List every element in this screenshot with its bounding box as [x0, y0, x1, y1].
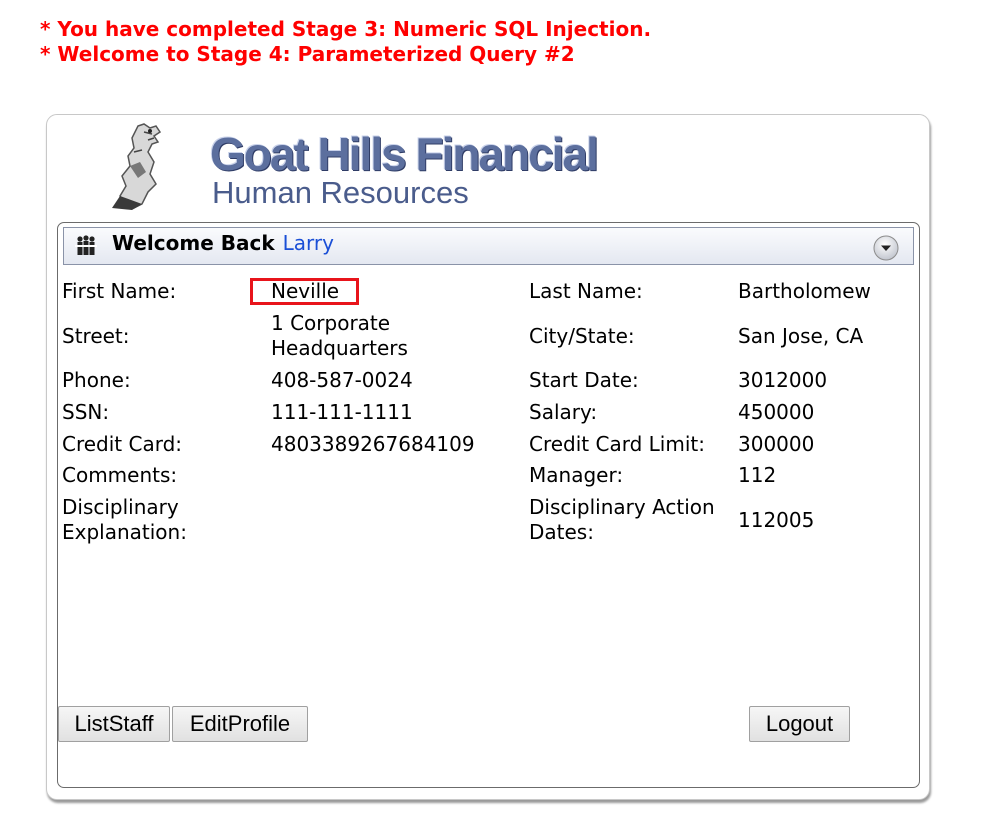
disciplinary-dates-value: 112005	[738, 508, 815, 532]
collapse-chevron-icon[interactable]	[873, 235, 899, 261]
first-name-highlight	[250, 278, 359, 305]
manager-label: Manager:	[529, 463, 624, 487]
credit-card-label: Credit Card:	[62, 432, 183, 456]
brand-subtitle: Human Resources	[212, 175, 469, 210]
credit-card-value: 4803389267684109	[271, 432, 475, 456]
ssn-label: SSN:	[62, 400, 110, 424]
edit-profile-button[interactable]: EditProfile	[172, 706, 308, 742]
ssn-value: 111-111-1111	[271, 400, 413, 424]
start-date-label: Start Date:	[529, 368, 639, 392]
people-icon	[75, 235, 97, 255]
user-name: Larry	[282, 231, 334, 255]
stage-messages: * You have completed Stage 3: Numeric SQ…	[40, 17, 651, 67]
welcome-text: Welcome Back Larry	[112, 230, 334, 256]
goat-logo-icon	[112, 123, 162, 210]
stage-welcome-message: * Welcome to Stage 4: Parameterized Quer…	[40, 42, 575, 66]
salary-value: 450000	[738, 400, 815, 424]
street-value: 1 Corporate Headquarters	[271, 311, 408, 360]
first-name-label: First Name:	[62, 279, 177, 303]
brand-title: Goat Hills Financial	[210, 128, 599, 180]
last-name-value: Bartholomew	[738, 279, 871, 303]
disciplinary-explanation-label: Disciplinary Explanation:	[62, 495, 187, 544]
list-staff-button[interactable]: ListStaff	[58, 706, 170, 742]
welcome-label: Welcome Back	[112, 231, 275, 255]
manager-value: 112	[738, 463, 777, 487]
start-date-value: 3012000	[738, 368, 828, 392]
city-state-value: San Jose, CA	[738, 324, 864, 348]
street-label: Street:	[62, 324, 130, 348]
stage-complete-message: * You have completed Stage 3: Numeric SQ…	[40, 17, 652, 41]
city-state-label: City/State:	[529, 324, 635, 348]
logout-button[interactable]: Logout	[749, 706, 850, 742]
salary-label: Salary:	[529, 400, 598, 424]
phone-value: 408-587-0024	[271, 368, 413, 392]
phone-label: Phone:	[62, 368, 131, 392]
credit-card-limit-label: Credit Card Limit:	[529, 432, 705, 456]
credit-card-limit-value: 300000	[738, 432, 815, 456]
disciplinary-dates-label: Disciplinary Action Dates:	[529, 495, 715, 544]
comments-label: Comments:	[62, 463, 178, 487]
last-name-label: Last Name:	[529, 279, 643, 303]
